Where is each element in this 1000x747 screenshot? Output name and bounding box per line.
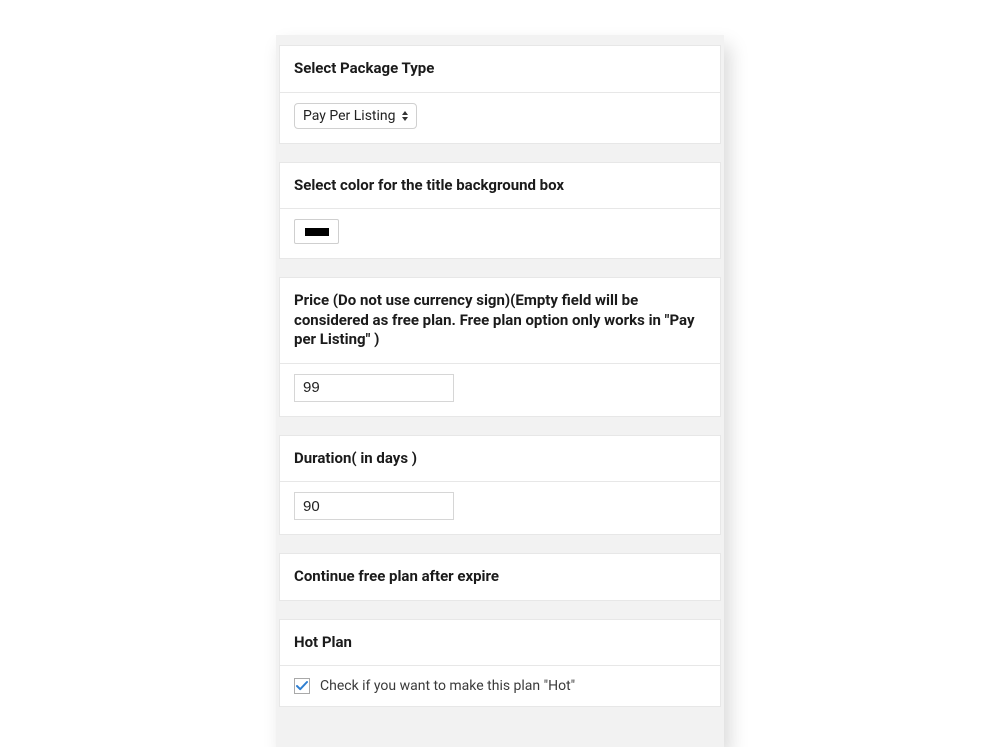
section-body-price xyxy=(279,363,721,417)
section-title-color: Select color for the title background bo… xyxy=(279,162,721,260)
section-duration: Duration( in days ) xyxy=(279,435,721,536)
section-body-duration xyxy=(279,481,721,535)
duration-input[interactable] xyxy=(294,492,454,520)
price-input[interactable] xyxy=(294,374,454,402)
section-header-continue-free: Continue free plan after expire xyxy=(279,553,721,601)
section-hot-plan: Hot Plan Check if you want to make this … xyxy=(279,619,721,708)
section-header-title-color: Select color for the title background bo… xyxy=(279,162,721,209)
section-header-price: Price (Do not use currency sign)(Empty f… xyxy=(279,277,721,363)
settings-panel: Select Package Type Pay Per Listing Sele… xyxy=(276,35,724,747)
chevron-up-down-icon xyxy=(402,111,408,121)
section-body-package-type: Pay Per Listing xyxy=(279,92,721,144)
section-package-type: Select Package Type Pay Per Listing xyxy=(279,45,721,144)
section-header-duration: Duration( in days ) xyxy=(279,435,721,482)
color-swatch-chip xyxy=(305,228,329,236)
section-body-hot-plan: Check if you want to make this plan "Hot… xyxy=(279,665,721,707)
package-type-select[interactable]: Pay Per Listing xyxy=(294,103,417,129)
check-icon xyxy=(296,680,308,692)
hot-plan-checkbox[interactable] xyxy=(294,678,310,694)
section-header-hot-plan: Hot Plan xyxy=(279,619,721,666)
section-header-package-type: Select Package Type xyxy=(279,45,721,92)
section-continue-free: Continue free plan after expire xyxy=(279,553,721,601)
hot-plan-checkbox-label: Check if you want to make this plan "Hot… xyxy=(320,678,575,694)
package-type-selected-value: Pay Per Listing xyxy=(303,108,396,124)
section-price: Price (Do not use currency sign)(Empty f… xyxy=(279,277,721,417)
section-body-title-color xyxy=(279,208,721,259)
color-picker[interactable] xyxy=(294,219,339,244)
